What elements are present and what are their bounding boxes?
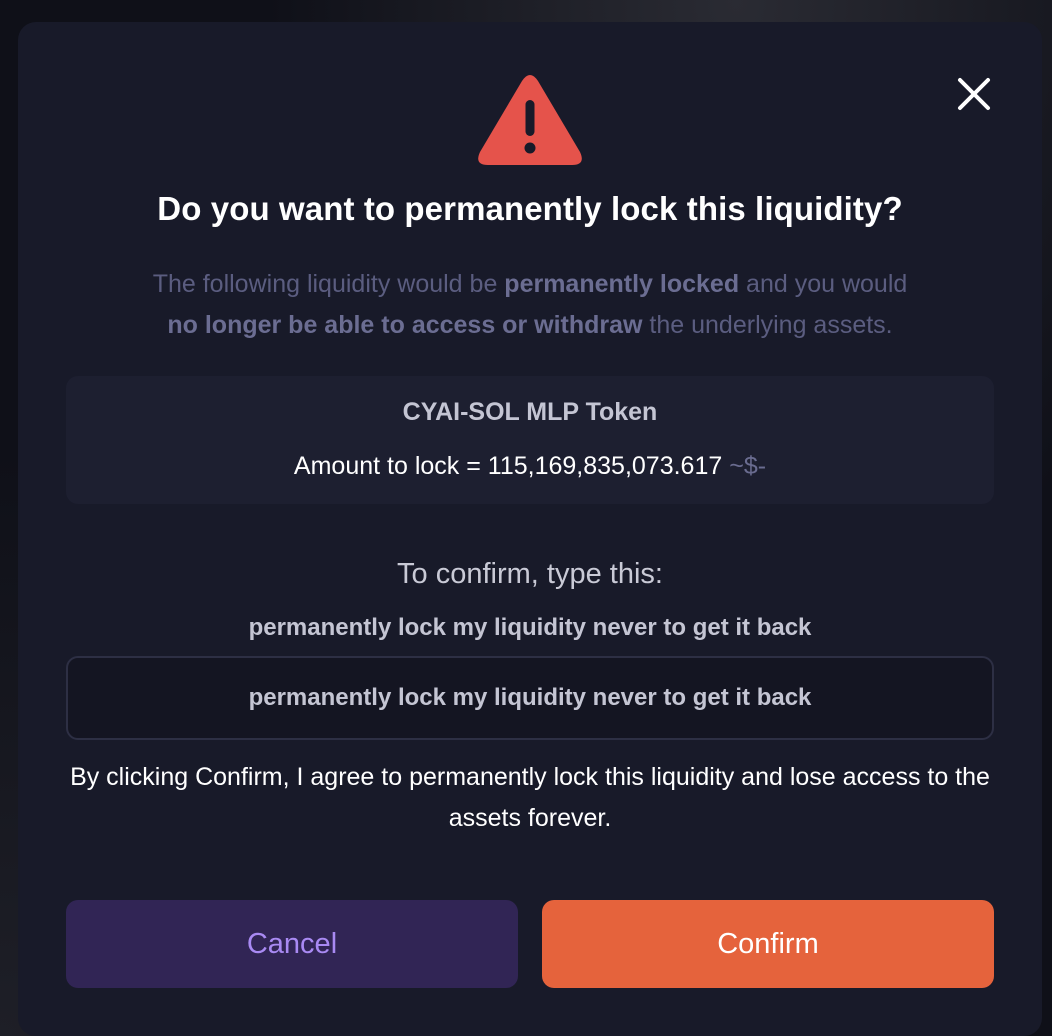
confirm-phrase: permanently lock my liquidity never to g…	[248, 614, 812, 641]
modal-title: Do you want to permanently lock this liq…	[157, 190, 903, 227]
description-text: and you would	[739, 270, 908, 298]
token-name: CYAI-SOL MLP Token	[402, 398, 658, 426]
lock-liquidity-modal: Do you want to permanently lock this liq…	[18, 22, 1042, 1036]
confirm-phrase-input[interactable]	[66, 656, 994, 740]
close-button[interactable]	[952, 72, 996, 116]
modal-description: The following liquidity would be permane…	[58, 264, 1002, 346]
amount-label: Amount to lock =	[293, 452, 488, 480]
agreement-text: By clicking Confirm, I agree to permanen…	[70, 763, 990, 832]
usd-value: ~$-	[729, 452, 767, 480]
description-bold-no-access: no longer be able to access or withdraw	[167, 311, 643, 339]
confirm-prompt: To confirm, type this:	[397, 558, 663, 590]
description-text: the underlying assets.	[642, 311, 893, 339]
amount-value: 115,169,835,073.617	[487, 452, 723, 480]
confirm-button[interactable]: Confirm	[542, 900, 994, 988]
token-summary-box: CYAI-SOL MLP Token Amount to lock = 115,…	[66, 376, 994, 504]
cancel-button[interactable]: Cancel	[66, 900, 518, 988]
warning-triangle-icon	[476, 72, 584, 168]
description-bold-locked: permanently locked	[504, 270, 740, 298]
description-text: The following liquidity would be	[152, 270, 505, 298]
close-icon	[958, 78, 990, 110]
amount-line: Amount to lock = 115,169,835,073.617 ~$-	[66, 452, 994, 481]
